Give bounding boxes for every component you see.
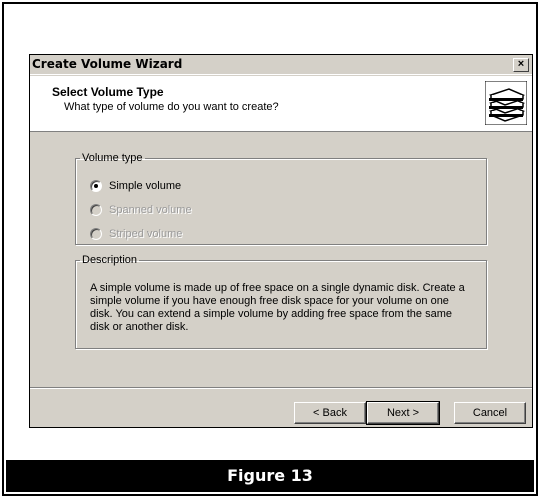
header-panel: Select Volume Type What type of volume d… (30, 76, 532, 132)
title-bar: Create Volume Wizard × (30, 55, 532, 75)
description-text: A simple volume is made up of free space… (90, 282, 465, 333)
close-button[interactable]: × (513, 58, 529, 72)
next-button[interactable]: Next > (366, 401, 440, 425)
figure-frame: Create Volume Wizard × Select Volume Typ… (2, 2, 538, 496)
radio-button-disabled (90, 228, 102, 240)
wizard-dialog: Create Volume Wizard × Select Volume Typ… (29, 54, 533, 428)
volume-type-group: Volume type Simple volume Spanned volume… (75, 152, 487, 245)
window-title: Create Volume Wizard (32, 57, 183, 71)
volume-type-legend: Volume type (82, 152, 143, 164)
radio-spanned-volume: Spanned volume (90, 204, 192, 216)
page-subtitle: What type of volume do you want to creat… (64, 101, 279, 113)
description-group: Description A simple volume is made up o… (75, 254, 487, 349)
radio-button-checked[interactable] (90, 180, 102, 192)
back-button[interactable]: < Back (294, 402, 366, 424)
page-title: Select Volume Type (52, 85, 164, 99)
radio-simple-volume[interactable]: Simple volume (90, 180, 181, 192)
close-icon: × (517, 58, 525, 70)
radio-button-disabled (90, 204, 102, 216)
description-legend: Description (82, 254, 138, 266)
figure-caption: Figure 13 (6, 460, 534, 492)
radio-striped-volume: Striped volume (90, 228, 182, 240)
radio-label: Striped volume (109, 228, 183, 240)
radio-label: Spanned volume (109, 204, 192, 216)
radio-label: Simple volume (109, 180, 182, 192)
separator (30, 387, 532, 389)
disk-stack-icon (485, 81, 527, 125)
cancel-button[interactable]: Cancel (454, 402, 526, 424)
